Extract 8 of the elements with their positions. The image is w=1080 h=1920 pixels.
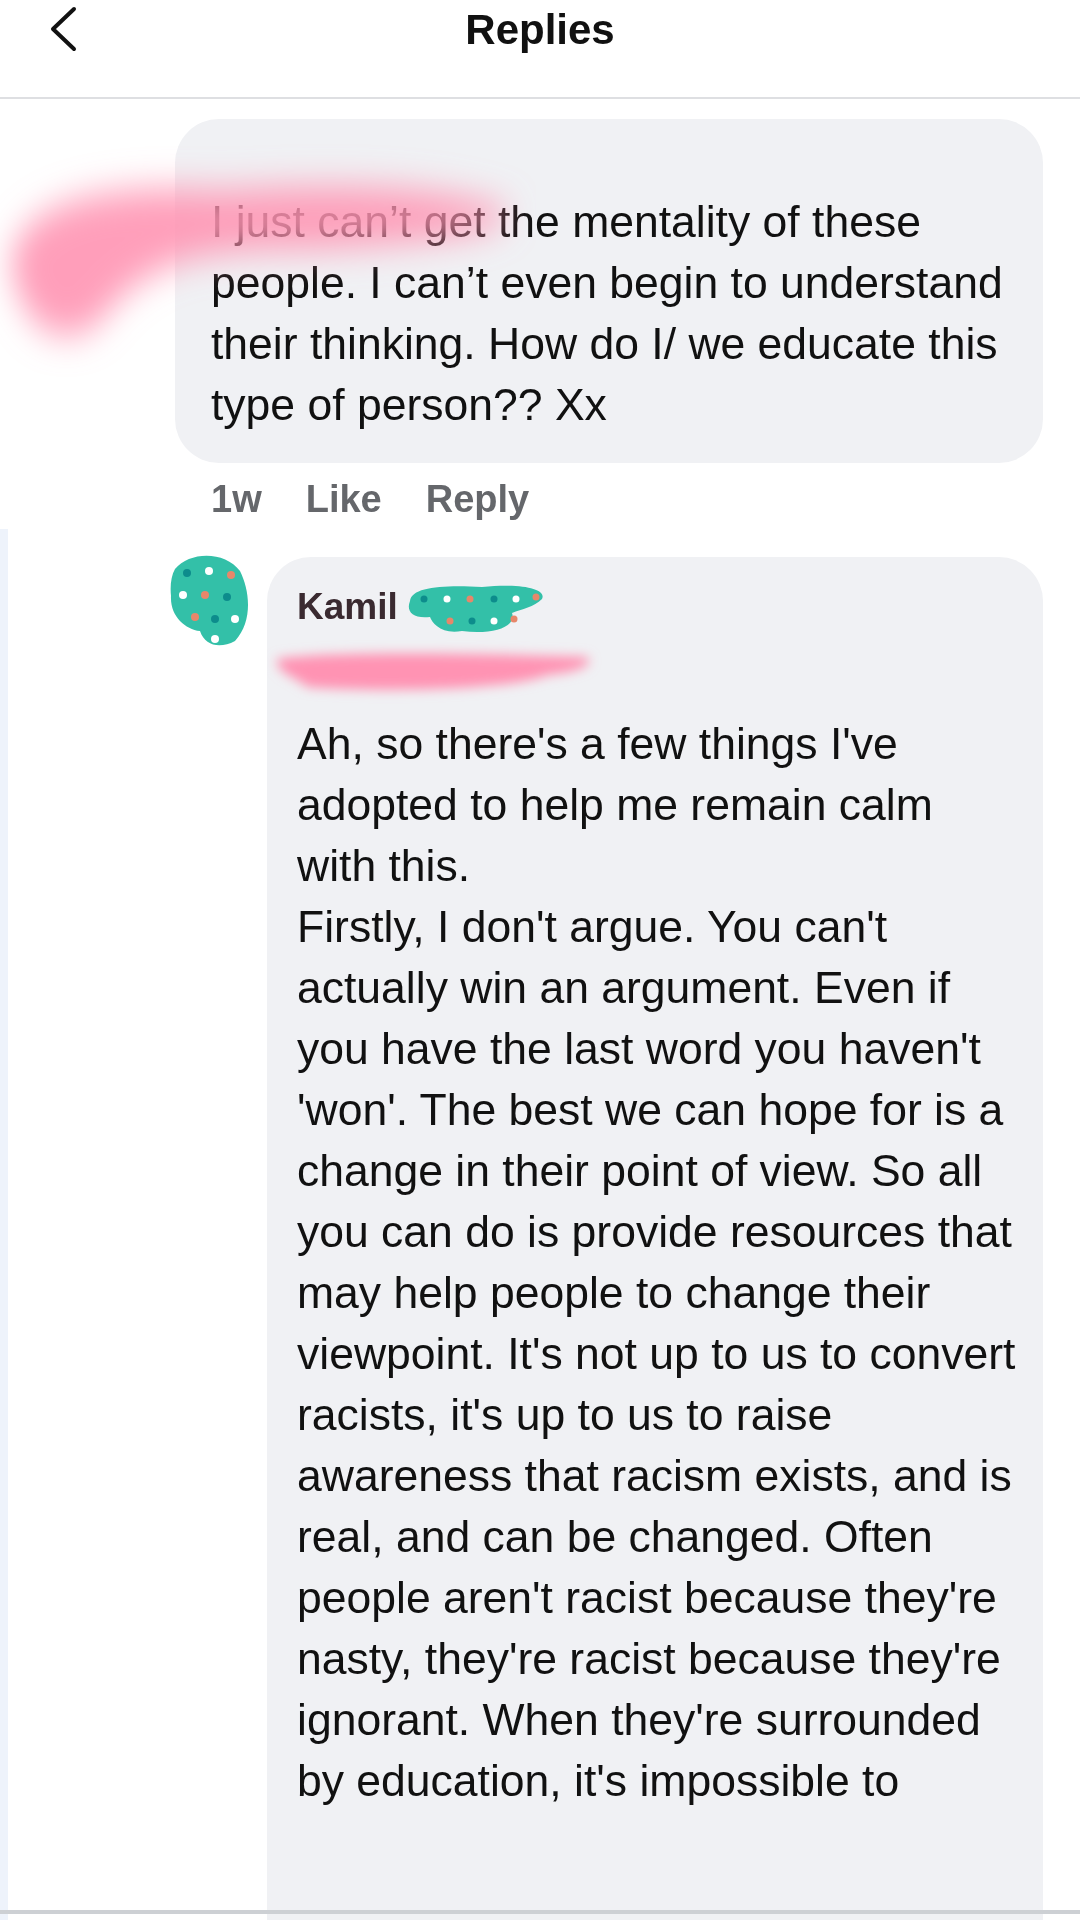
comment-time: 1w	[211, 477, 262, 521]
comment-text: Ah, so there's a few things I've adopted to help me remain calm with this.	[297, 718, 934, 892]
back-icon[interactable]	[48, 6, 78, 52]
comment-text: Firstly, I don't argue. You can't actually win an argument. Even if you have the last word you haven't 'won'. The best we can hope for is a change in their point of view. So all you can do is provide resources that may help people to change their viewpoint. It's not up to us to convert racists, it's up to us to raise awareness that racism exists, and is real, and can be changed. Often people aren't racist because they're nasty, they're racist because they're ignorant. When they're surrounded by education, it's impossible to	[297, 901, 1017, 1807]
author-name: Kamil	[297, 586, 398, 628]
comment-action-link[interactable]: Reply	[425, 477, 530, 521]
page-title: Replies	[465, 6, 615, 54]
comment-action-link[interactable]: Like	[305, 477, 382, 521]
